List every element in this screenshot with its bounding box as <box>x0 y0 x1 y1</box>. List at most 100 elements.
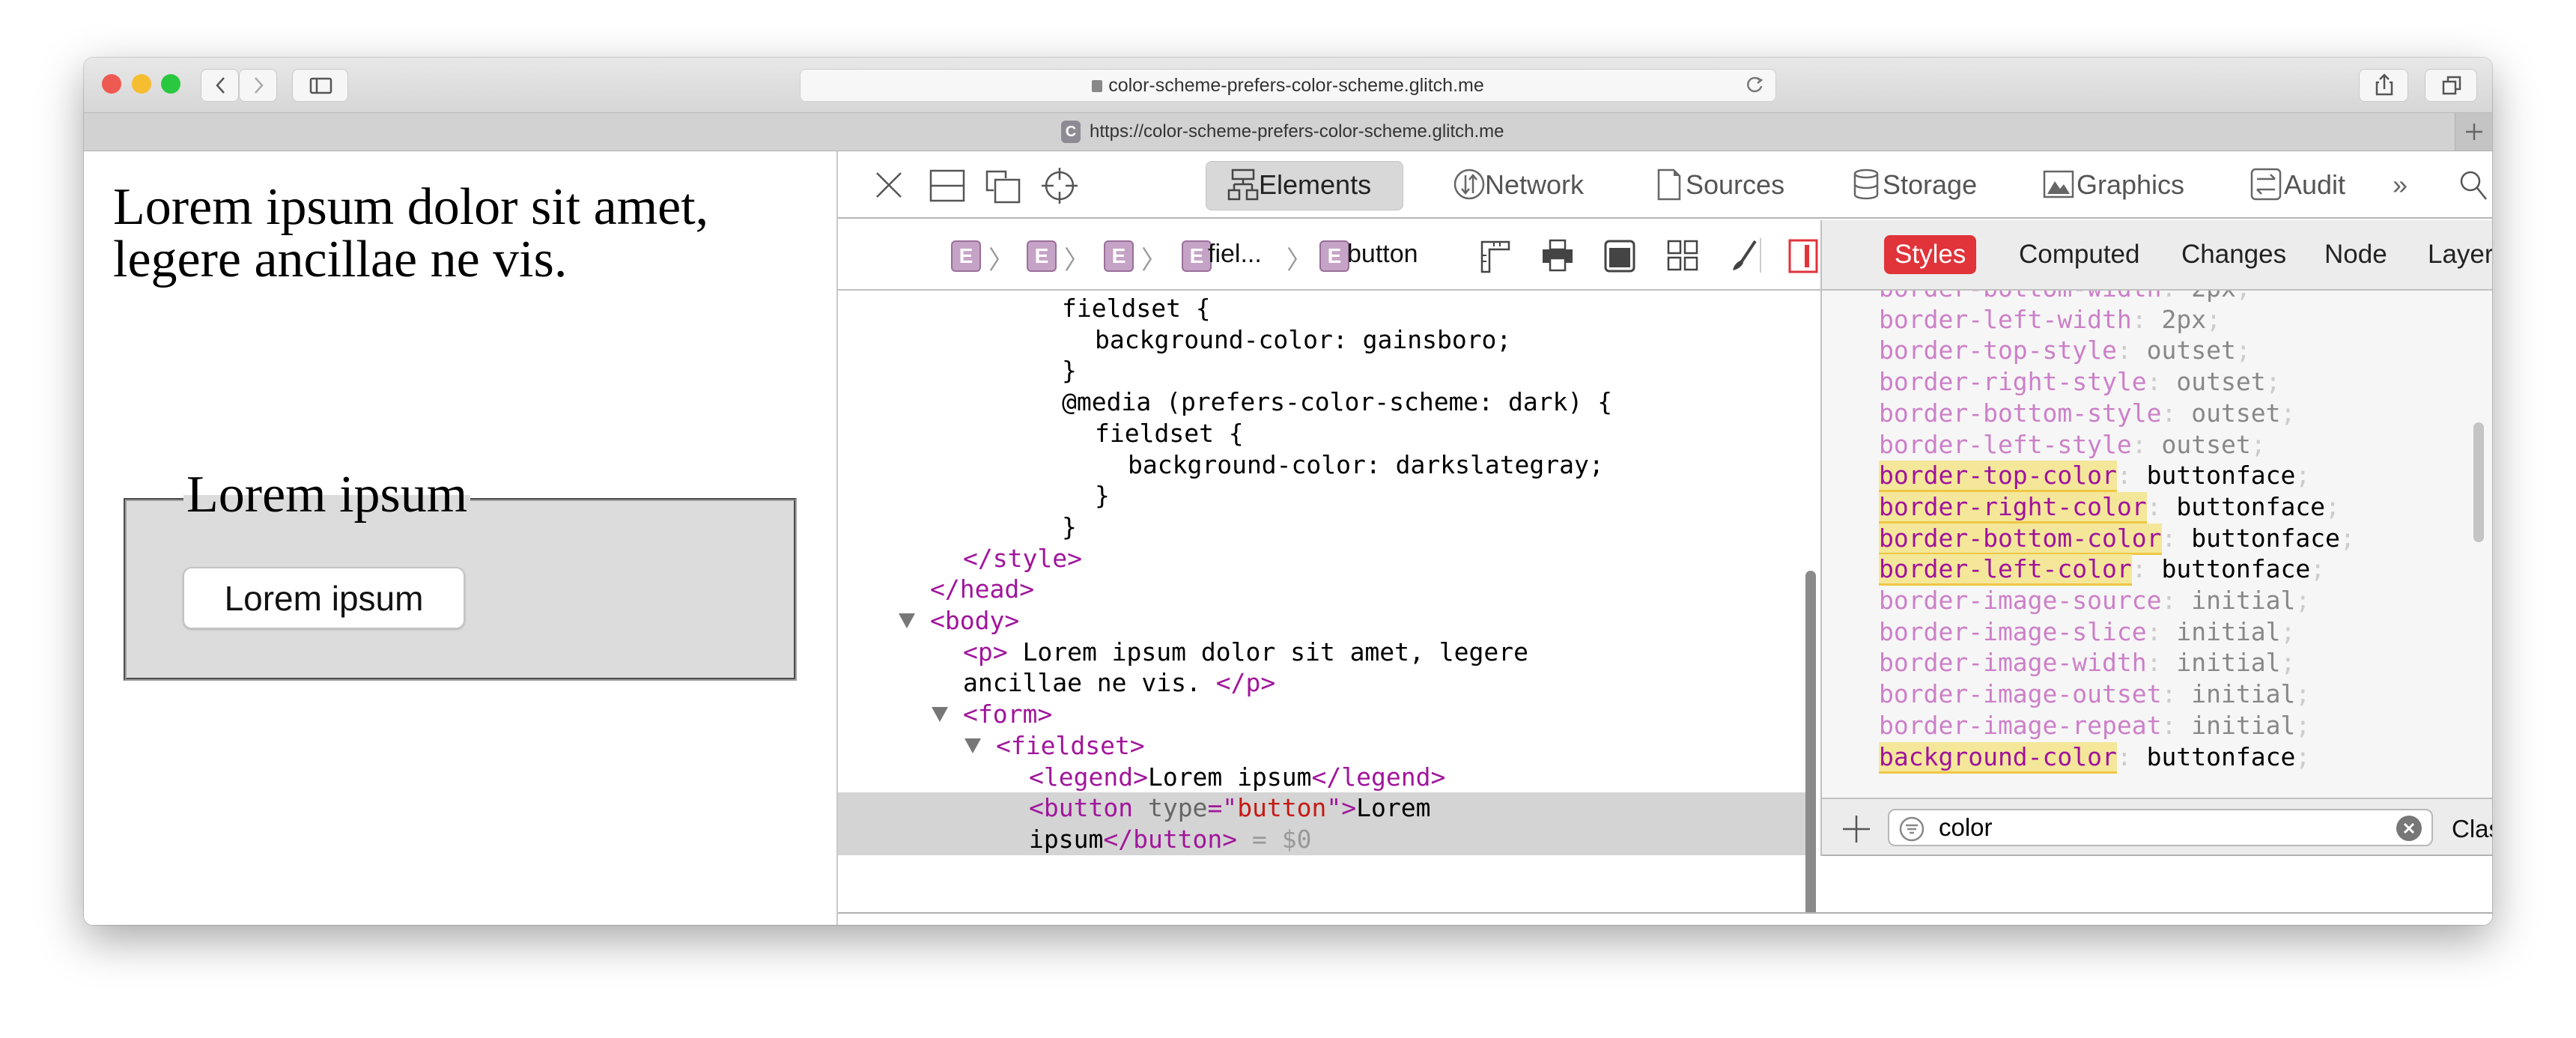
tab-computed[interactable]: Computed <box>2008 235 2150 274</box>
dom-line[interactable]: </style> <box>838 543 1811 574</box>
tab-network[interactable]: Network <box>1485 168 1584 202</box>
dom-line[interactable]: </head> <box>838 574 1811 605</box>
classes-toggle[interactable]: Classes <box>2452 814 2492 844</box>
share-button[interactable] <box>2359 69 2408 102</box>
ruler-icon[interactable] <box>1479 239 1512 273</box>
plus-icon <box>2466 124 2482 140</box>
dom-line[interactable]: <fieldset> <box>838 730 1811 762</box>
reload-icon[interactable] <box>1746 76 1765 97</box>
address-bar[interactable]: color-scheme-prefers-color-scheme.glitch… <box>800 69 1776 102</box>
chevron-left-icon <box>216 77 225 94</box>
dom-line[interactable]: fieldset { <box>838 293 1811 324</box>
dom-line-content: ancillae ne vis. </p> <box>963 667 1275 699</box>
storage-icon[interactable] <box>1850 168 1883 202</box>
tab-storage[interactable]: Storage <box>1883 168 1977 202</box>
computed-property[interactable]: border-left-width: 2px; <box>1879 304 2221 336</box>
dom-token: Lorem ipsum <box>1147 762 1312 792</box>
new-tab-button[interactable] <box>2455 113 2492 151</box>
filter-input[interactable]: color <box>1888 809 2433 846</box>
property-value: initial <box>2191 586 2296 615</box>
dom-line[interactable]: } <box>838 512 1811 543</box>
computed-property[interactable]: border-image-source: initial; <box>1879 585 2310 616</box>
close-window-button[interactable] <box>102 74 121 94</box>
dom-line[interactable]: <form> <box>838 699 1811 730</box>
dom-line[interactable]: ipsum</button> = $0 <box>838 823 1811 855</box>
dom-line[interactable]: } <box>838 355 1811 386</box>
paintbrush-icon[interactable] <box>1727 239 1760 273</box>
tab-elements[interactable]: Elements <box>1259 168 1371 202</box>
element-badge-icon: E <box>1104 240 1134 272</box>
computed-property[interactable]: background-color: buttonface; <box>1879 741 2310 774</box>
computed-property[interactable]: border-top-style: outset; <box>1879 335 2251 366</box>
search-icon[interactable] <box>2458 169 2488 202</box>
dom-line[interactable]: } <box>838 480 1811 512</box>
tab-styles[interactable]: Styles <box>1884 235 1977 274</box>
dom-token: fieldset { <box>1062 294 1211 323</box>
colon: : <box>2146 648 2177 678</box>
computed-property[interactable]: border-image-slice: initial; <box>1879 616 2295 648</box>
window-icon[interactable] <box>1603 239 1636 273</box>
filter-bar: color Classes <box>1822 798 2492 856</box>
grid-icon[interactable] <box>1666 239 1699 273</box>
tab-node[interactable]: Node <box>2314 235 2398 274</box>
computed-property[interactable]: border-left-color: buttonface; <box>1879 553 2325 586</box>
sidebar-button[interactable] <box>292 69 348 102</box>
graphics-icon[interactable] <box>2042 168 2075 202</box>
dom-line[interactable]: background-color: darkslategray; <box>838 449 1811 481</box>
computed-property[interactable]: border-image-width: initial; <box>1879 647 2295 679</box>
computed-property[interactable]: border-left-style: outset; <box>1879 429 2266 461</box>
minimize-window-button[interactable] <box>132 74 151 94</box>
tab-changes[interactable]: Changes <box>2171 235 2297 274</box>
dom-token: = $0 <box>1237 824 1312 854</box>
tab-audit[interactable]: Audit <box>2284 168 2345 202</box>
computed-property[interactable]: border-bottom-width: 2px; <box>1879 291 2251 304</box>
sidebar-toggle-icon[interactable] <box>1787 239 1820 273</box>
dom-line[interactable]: background-color: gainsboro; <box>838 324 1811 356</box>
dom-line[interactable]: <p> Lorem ipsum dolor sit amet, legere <box>838 637 1811 668</box>
dom-line[interactable]: @media (prefers-color-scheme: dark) { <box>838 386 1811 418</box>
dom-line[interactable]: <button type="button">Lorem <box>838 792 1811 825</box>
computed-property[interactable]: border-right-color: buttonface; <box>1879 491 2340 523</box>
disclosure-triangle-icon[interactable] <box>899 613 915 628</box>
print-icon[interactable] <box>1541 239 1574 273</box>
disclosure-triangle-icon[interactable] <box>932 707 948 723</box>
computed-property[interactable]: border-right-style: outset; <box>1879 366 2280 398</box>
computed-property[interactable]: border-image-outset: initial; <box>1879 679 2310 710</box>
tab-graphics[interactable]: Graphics <box>2077 168 2184 202</box>
disclosure-triangle-icon[interactable] <box>965 738 981 753</box>
dom-line[interactable]: <body> <box>838 605 1811 637</box>
inspect-element-icon[interactable] <box>1040 166 1079 205</box>
network-icon[interactable] <box>1453 168 1486 202</box>
console-prompt[interactable]: › <box>838 912 2492 925</box>
sources-icon[interactable] <box>1653 168 1686 202</box>
computed-property[interactable]: border-image-repeat: initial; <box>1879 710 2310 741</box>
dom-token: @media (prefers-color-scheme: dark) { <box>1062 387 1613 417</box>
dom-tree-scrollbar[interactable] <box>1805 571 1816 925</box>
forward-button[interactable] <box>239 69 277 102</box>
clear-filter-icon[interactable] <box>2396 815 2422 842</box>
undock-icon[interactable] <box>985 169 1022 204</box>
elements-icon[interactable] <box>1227 168 1260 202</box>
dom-line[interactable]: fieldset { <box>838 418 1811 449</box>
dock-bottom-icon[interactable] <box>929 169 965 202</box>
styles-scrollbar[interactable] <box>2473 422 2484 542</box>
dom-tree[interactable]: >fieldset {background-color: gainsboro;}… <box>838 291 1820 912</box>
dom-line[interactable]: <legend>Lorem ipsum</legend> <box>838 762 1811 793</box>
computed-property[interactable]: border-top-color: buttonface; <box>1879 460 2310 493</box>
page-button[interactable]: Lorem ipsum <box>183 567 465 629</box>
more-tabs-button[interactable]: » <box>2393 168 2408 202</box>
tabs-overview-button[interactable] <box>2425 69 2477 102</box>
dom-line[interactable]: ancillae ne vis. </p> <box>838 667 1811 699</box>
back-button[interactable] <box>201 69 239 102</box>
close-icon[interactable] <box>874 170 904 200</box>
tab-sources[interactable]: Sources <box>1686 168 1784 202</box>
audit-icon[interactable] <box>2250 168 2282 202</box>
tab-layers[interactable]: Layers <box>2417 235 2492 274</box>
computed-property[interactable]: border-bottom-color: buttonface; <box>1879 523 2355 555</box>
computed-property[interactable]: border-bottom-style: outset; <box>1879 398 2295 429</box>
semicolon: ; <box>2235 336 2251 365</box>
tab-active[interactable]: C https://color-scheme-prefers-color-sch… <box>1061 121 1504 143</box>
add-rule-icon[interactable] <box>1841 814 1871 844</box>
zoom-window-button[interactable] <box>161 74 180 94</box>
semicolon: ; <box>2250 429 2266 459</box>
